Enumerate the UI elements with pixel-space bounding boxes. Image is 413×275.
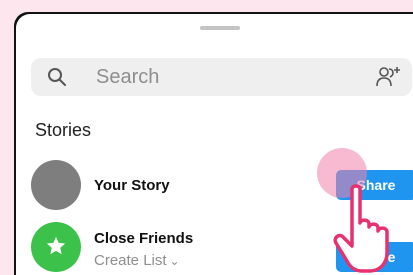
avatar (31, 222, 81, 272)
search-bar[interactable]: Search (31, 58, 412, 96)
story-name: Close Friends (94, 230, 194, 247)
hand-pointer-icon (333, 184, 389, 273)
create-list-link[interactable]: Create List ⌄ (94, 252, 180, 269)
add-people-icon[interactable] (375, 65, 401, 89)
create-list-label: Create List (94, 252, 167, 269)
stories-section-title: Stories (35, 120, 92, 140)
search-input[interactable]: Search (96, 66, 159, 89)
chevron-down-icon: ⌄ (169, 254, 180, 268)
search-icon (48, 68, 66, 86)
star-icon (46, 236, 66, 255)
sheet-grab-handle[interactable] (200, 26, 240, 30)
avatar (31, 160, 81, 210)
story-name: Your Story (94, 177, 170, 194)
